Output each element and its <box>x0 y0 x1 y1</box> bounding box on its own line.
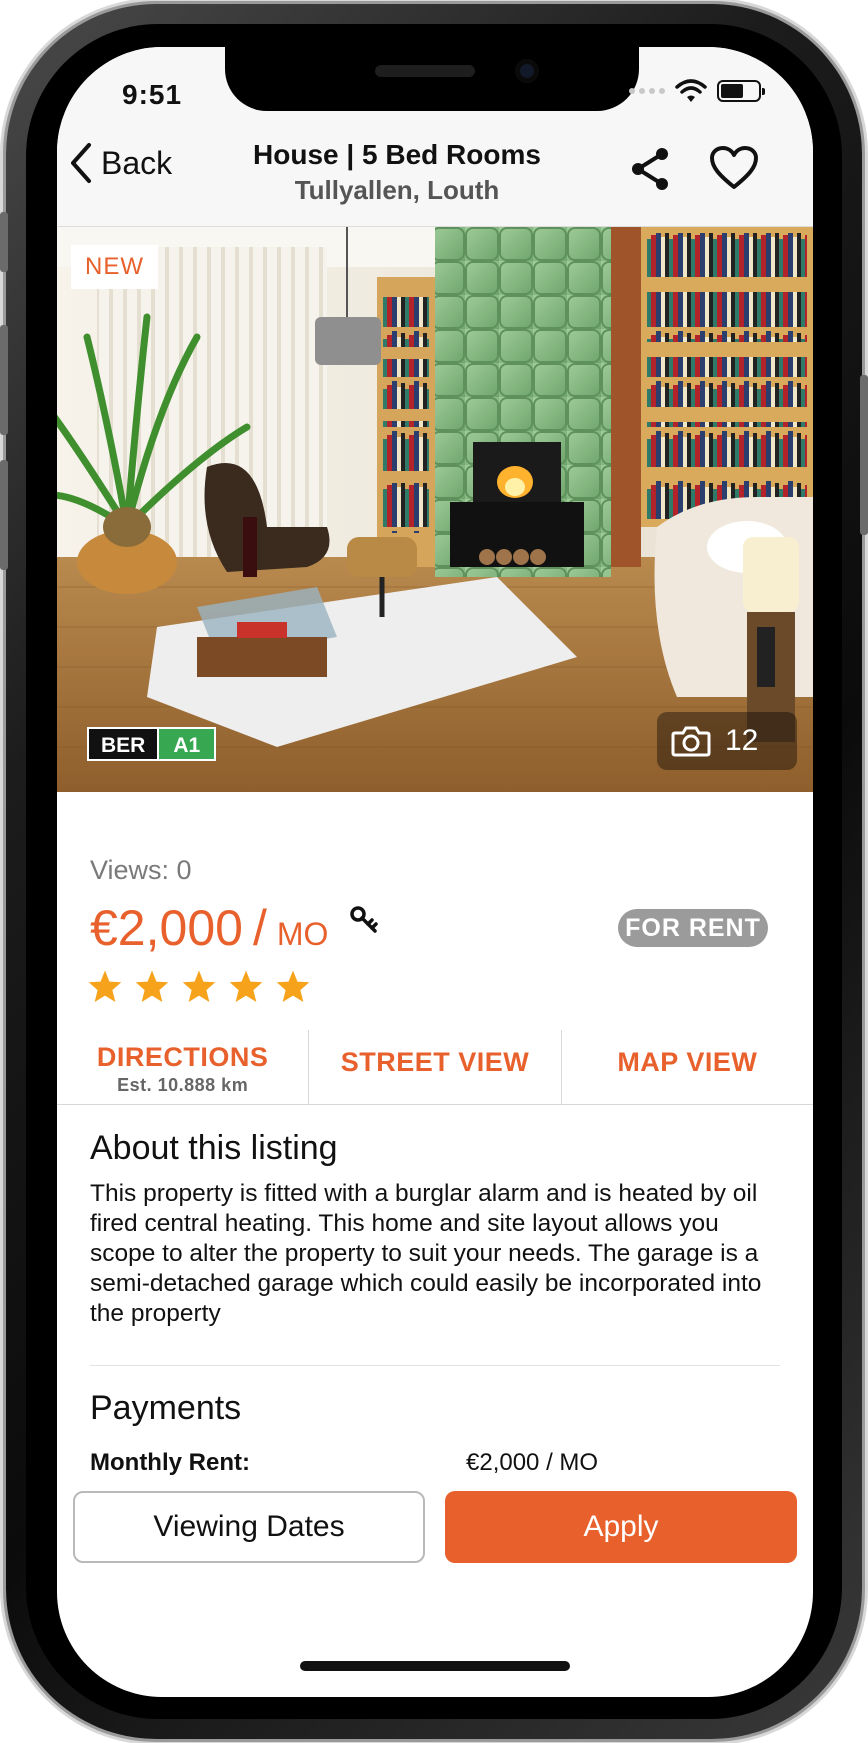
directions-button[interactable]: DIRECTIONS Est. 10.888 km <box>57 1030 308 1104</box>
street-view-button[interactable]: STREET VIEW <box>308 1030 560 1104</box>
new-badge: NEW <box>71 245 158 289</box>
status-indicators <box>629 79 765 103</box>
star-rating <box>87 969 311 1003</box>
star-icon <box>135 970 169 1002</box>
key-icon <box>350 906 378 933</box>
star-icon <box>182 970 216 1002</box>
page-title: House | 5 Bed Rooms <box>253 139 541 170</box>
ber-rating-badge: BER A1 <box>87 727 217 761</box>
price-unit: MO <box>276 916 329 952</box>
volume-down-button <box>0 460 8 570</box>
nav-title-block: House | 5 Bed Rooms Tullyallen, Louth <box>187 139 607 206</box>
price-amount: €2,000 <box>90 900 243 956</box>
map-view-label: MAP VIEW <box>617 1047 758 1077</box>
share-button[interactable] <box>628 145 672 198</box>
price: €2,000 / MO <box>90 899 328 957</box>
wifi-icon <box>675 79 707 102</box>
viewing-dates-button[interactable]: Viewing Dates <box>73 1491 425 1563</box>
section-divider <box>90 1365 780 1366</box>
mute-switch <box>0 212 8 272</box>
status-badge: FOR RENT <box>618 909 768 947</box>
photo-count: 12 <box>725 724 759 757</box>
directions-label: DIRECTIONS <box>96 1042 269 1072</box>
living-room-photo <box>57 227 813 792</box>
street-view-label: STREET VIEW <box>340 1047 530 1077</box>
star-icon <box>276 970 310 1002</box>
notch <box>225 47 639 111</box>
back-button[interactable]: Back <box>67 141 172 185</box>
front-camera <box>515 59 539 83</box>
monthly-rent-label: Monthly Rent: <box>90 1449 250 1476</box>
status-bar: 9:51 <box>57 47 813 127</box>
favorite-button[interactable] <box>709 145 759 196</box>
chevron-left-icon <box>71 143 91 183</box>
price-separator: / <box>252 900 267 956</box>
power-button <box>860 375 868 535</box>
about-description: This property is fitted with a burglar a… <box>90 1180 762 1327</box>
cellular-signal-icon <box>629 88 665 94</box>
photo-count-button[interactable]: 12 <box>657 712 797 770</box>
apply-button[interactable]: Apply <box>445 1491 797 1563</box>
listing-photo[interactable]: NEW BER A1 12 <box>57 227 813 792</box>
volume-up-button <box>0 325 8 435</box>
camera-icon <box>671 726 711 757</box>
location-actions: DIRECTIONS Est. 10.888 km STREET VIEW MA… <box>57 1030 813 1105</box>
nav-bar: Back House | 5 Bed Rooms Tullyallen, Lou… <box>57 127 813 227</box>
battery-icon <box>717 80 765 102</box>
ber-label: BER <box>87 727 160 761</box>
about-heading: About this listing <box>90 1129 338 1167</box>
star-icon <box>229 970 263 1002</box>
screen: 9:51 Back House | 5 Bed Rooms Tullyallen… <box>57 47 813 1697</box>
heart-icon <box>710 146 758 189</box>
page-subtitle: Tullyallen, Louth <box>294 175 500 205</box>
map-view-button[interactable]: MAP VIEW <box>560 1030 813 1104</box>
directions-distance: Est. 10.888 km <box>117 1075 249 1095</box>
ber-rating: A1 <box>159 727 217 761</box>
earpiece-speaker <box>375 65 475 77</box>
back-label: Back <box>101 144 173 181</box>
home-indicator[interactable] <box>300 1661 570 1671</box>
status-time: 9:51 <box>122 79 183 110</box>
payments-heading: Payments <box>90 1389 242 1427</box>
share-icon <box>632 148 668 190</box>
star-icon <box>88 970 122 1002</box>
views-count: Views: 0 <box>90 855 192 885</box>
monthly-rent-value: €2,000 / MO <box>466 1449 599 1476</box>
